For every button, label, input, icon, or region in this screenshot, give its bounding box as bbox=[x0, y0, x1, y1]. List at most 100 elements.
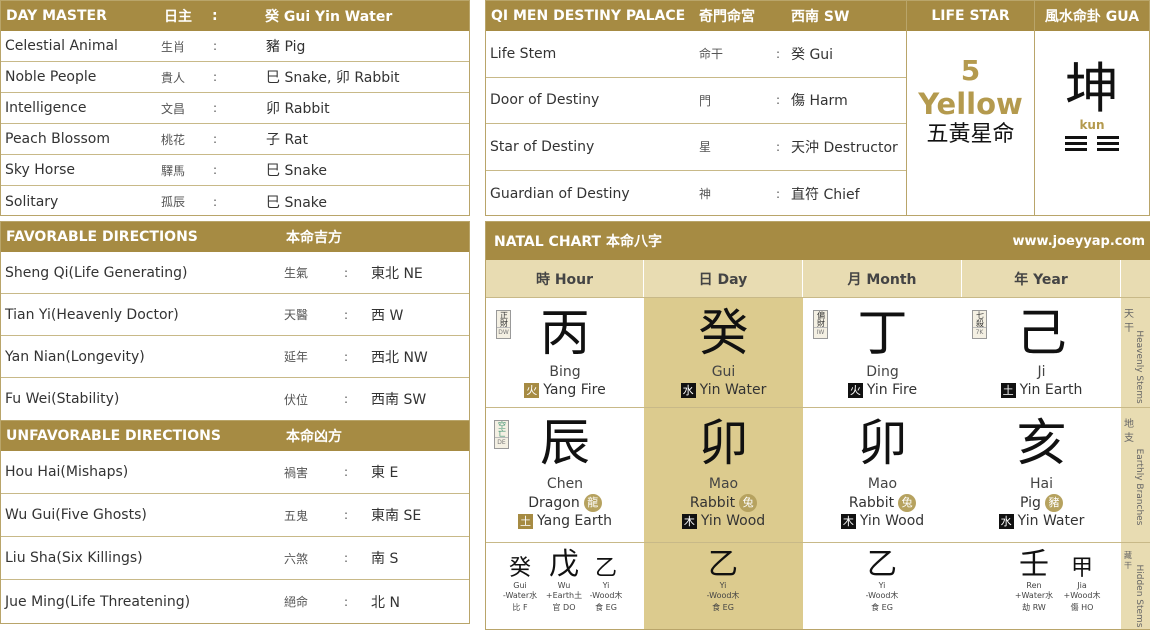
qm-row-label: Door of Destiny bbox=[490, 92, 600, 109]
pillar-header-label: 月 Month bbox=[847, 271, 917, 288]
branch-pinyin: Mao bbox=[708, 476, 739, 492]
stem-cell: 正財 DW 丙 Bing 火 Yang Fire bbox=[486, 297, 644, 407]
branch-animal: Rabbit 兔 bbox=[644, 494, 803, 512]
fav-row-colon: : bbox=[344, 349, 349, 364]
fav-row-colon: : bbox=[344, 307, 349, 322]
gua-char: 坤 bbox=[1065, 57, 1119, 120]
hidden-side-cn: 藏干 bbox=[1124, 551, 1132, 570]
hidden-stem: 乙 Yi -Wood木 食 EG bbox=[589, 556, 623, 613]
gua-pinyin: kun bbox=[1079, 118, 1105, 132]
element-icon: 土 bbox=[1000, 382, 1016, 398]
fav-row-colon: : bbox=[344, 265, 349, 280]
dm-row: Noble People 貴人 : 巳 Snake, 卯 Rabbit bbox=[1, 62, 469, 93]
hidden-stem: 戊 Wu +Earth土 官 DO bbox=[545, 547, 583, 613]
animal-icon: 兔 bbox=[898, 494, 917, 512]
qm-row: Life Stem 命干 : 癸 Gui bbox=[486, 31, 906, 78]
branch-char: 亥 bbox=[1016, 414, 1067, 472]
qm-row-colon: : bbox=[776, 186, 781, 201]
dm-row-cn: 驛馬 bbox=[161, 163, 186, 178]
stem-pinyin: Ding bbox=[866, 364, 899, 380]
ten-god-tag: 七殺 7K bbox=[972, 310, 987, 339]
hidden-stem: 甲 Jia +Wood木 傷 HO bbox=[1063, 556, 1101, 613]
life-star-panel: LIFE STAR 5 Yellow 五黃星命 bbox=[906, 0, 1035, 216]
fav-row-label: Sheng Qi(Life Generating) bbox=[5, 264, 188, 281]
pillar-header: 日 Day bbox=[644, 260, 803, 297]
element-icon: 木 bbox=[681, 513, 697, 529]
animal-icon: 豬 bbox=[1044, 494, 1063, 512]
pillar-1: 日 Day 癸 Gui 水 Yin Water 卯 Mao Rabbit 兔木 Yin Wood … bbox=[644, 260, 803, 629]
life-star-name: Yellow bbox=[918, 87, 1023, 121]
qm-row-colon: : bbox=[776, 46, 781, 61]
unfavorable-header: UNFAVORABLE DIRECTIONS 本命凶方 bbox=[1, 421, 469, 451]
qimen-title-value: 西南 SW bbox=[791, 9, 850, 25]
favorable-panel: FAVORABLE DIRECTIONS 本命吉方 Sheng Qi(Life … bbox=[0, 221, 470, 422]
element-icon: 木 bbox=[840, 513, 856, 529]
dm-row-colon: : bbox=[213, 70, 218, 84]
hidden-stems-cell: 癸 Gui -Water水 比 F 戊 Wu +Earth土 官 DO 乙 Yi… bbox=[486, 542, 644, 629]
dm-row-value: 子 Rat bbox=[266, 132, 308, 148]
unfav-row-cn: 禍害 bbox=[284, 465, 309, 480]
stem-element: 水 Yin Water bbox=[680, 382, 767, 398]
dm-row-colon: : bbox=[213, 39, 218, 53]
fav-row-label: Yan Nian(Longevity) bbox=[5, 348, 145, 365]
fav-row-cn: 伏位 bbox=[284, 392, 309, 407]
branch-char: 卯 bbox=[698, 414, 749, 472]
unfavorable-title: UNFAVORABLE DIRECTIONS bbox=[6, 428, 221, 444]
fav-row: Yan Nian(Longevity) 延年 : 西北 NW bbox=[1, 336, 469, 378]
dm-row: Peach Blossom 桃花 : 子 Rat bbox=[1, 124, 469, 155]
branch-char: 卯 bbox=[857, 414, 908, 472]
animal-icon: 兔 bbox=[739, 494, 758, 512]
qm-row-value: 傷 Harm bbox=[791, 93, 848, 110]
qm-row-value: 天沖 Destructor bbox=[791, 139, 898, 156]
fav-row: Sheng Qi(Life Generating) 生氣 : 東北 NE bbox=[1, 252, 469, 294]
day-master-rows: Celestial Animal 生肖 : 豬 Pig Noble People… bbox=[1, 31, 469, 217]
ten-god-tag: 偏財 IW bbox=[813, 310, 828, 339]
dm-row-cn: 生肖 bbox=[161, 39, 186, 54]
unfav-row-colon: : bbox=[344, 465, 349, 479]
favorable-rows: Sheng Qi(Life Generating) 生氣 : 東北 NE Tia… bbox=[1, 252, 469, 420]
qm-row-cn: 門 bbox=[699, 93, 712, 108]
qimen-title-cn: 奇門命宮 bbox=[699, 9, 755, 25]
qm-row-colon: : bbox=[776, 139, 781, 154]
fav-row: Tian Yi(Heavenly Doctor) 天醫 : 西 W bbox=[1, 294, 469, 336]
qimen-title: QI MEN DESTINY PALACE bbox=[491, 8, 686, 24]
fav-row-label: Fu Wei(Stability) bbox=[5, 391, 120, 407]
unfav-row-label: Wu Gui(Five Ghosts) bbox=[5, 507, 147, 523]
day-master-colon: : bbox=[212, 8, 218, 24]
stem-cell: 偏財 IW 丁 Ding 火 Yin Fire bbox=[803, 297, 962, 407]
stem-element: 土 Yin Earth bbox=[1000, 382, 1083, 398]
stems-side-label: 天干 Heavenly Stems bbox=[1121, 297, 1150, 408]
branch-element: 土 Yang Earth bbox=[518, 513, 612, 529]
favorable-title-cn: 本命吉方 bbox=[286, 230, 342, 246]
fav-row-value: 西南 SW bbox=[371, 392, 427, 408]
unfav-row-cn: 六煞 bbox=[284, 551, 309, 566]
stems-side-cn: 天干 bbox=[1124, 309, 1134, 334]
branch-element: 水 Yin Water bbox=[998, 513, 1085, 529]
day-master-panel: DAY MASTER 日主 : 癸 Gui Yin Water Celestia… bbox=[0, 0, 470, 216]
gua-panel: 風水命卦 GUA 坤 kun bbox=[1034, 0, 1150, 216]
branches-side-cn: 地支 bbox=[1124, 419, 1134, 444]
pillar-header-label: 年 Year bbox=[1014, 271, 1068, 288]
qm-row-cn: 神 bbox=[699, 187, 712, 202]
qm-row-label: Life Stem bbox=[490, 45, 557, 62]
qm-row: Star of Destiny 星 : 天沖 Destructor bbox=[486, 124, 906, 171]
pillar-header: 時 Hour bbox=[486, 260, 644, 297]
unfav-row-value: 東 E bbox=[371, 465, 399, 481]
fav-row-value: 西 W bbox=[371, 307, 404, 324]
branch-animal: Rabbit 兔 bbox=[803, 494, 962, 512]
trigram-kun-icon bbox=[1035, 135, 1149, 153]
fav-row-cn: 生氣 bbox=[284, 266, 309, 280]
unfav-row-value: 南 S bbox=[371, 551, 399, 567]
unfav-row-cn: 五鬼 bbox=[284, 508, 309, 523]
website-link[interactable]: www.joeyyap.com bbox=[1013, 234, 1146, 249]
unfav-row: Hou Hai(Mishaps) 禍害 : 東 E bbox=[1, 451, 469, 494]
fav-row-value: 東北 NE bbox=[371, 265, 423, 282]
day-master-title-cn: 日主 bbox=[164, 9, 192, 25]
side-labels: 天干 Heavenly Stems 地支 Earthly Branches 藏干… bbox=[1121, 260, 1150, 629]
branch-pinyin: Mao bbox=[867, 476, 898, 492]
hidden-stems-cell: 壬 Ren +Water水 劫 RW 甲 Jia +Wood木 傷 HO bbox=[962, 542, 1121, 629]
branches-side-label: 地支 Earthly Branches bbox=[1121, 407, 1150, 543]
favorable-header: FAVORABLE DIRECTIONS 本命吉方 bbox=[1, 222, 469, 252]
stems-side-en: Heavenly Stems bbox=[1134, 330, 1144, 404]
day-master-header: DAY MASTER 日主 : 癸 Gui Yin Water bbox=[1, 1, 469, 31]
